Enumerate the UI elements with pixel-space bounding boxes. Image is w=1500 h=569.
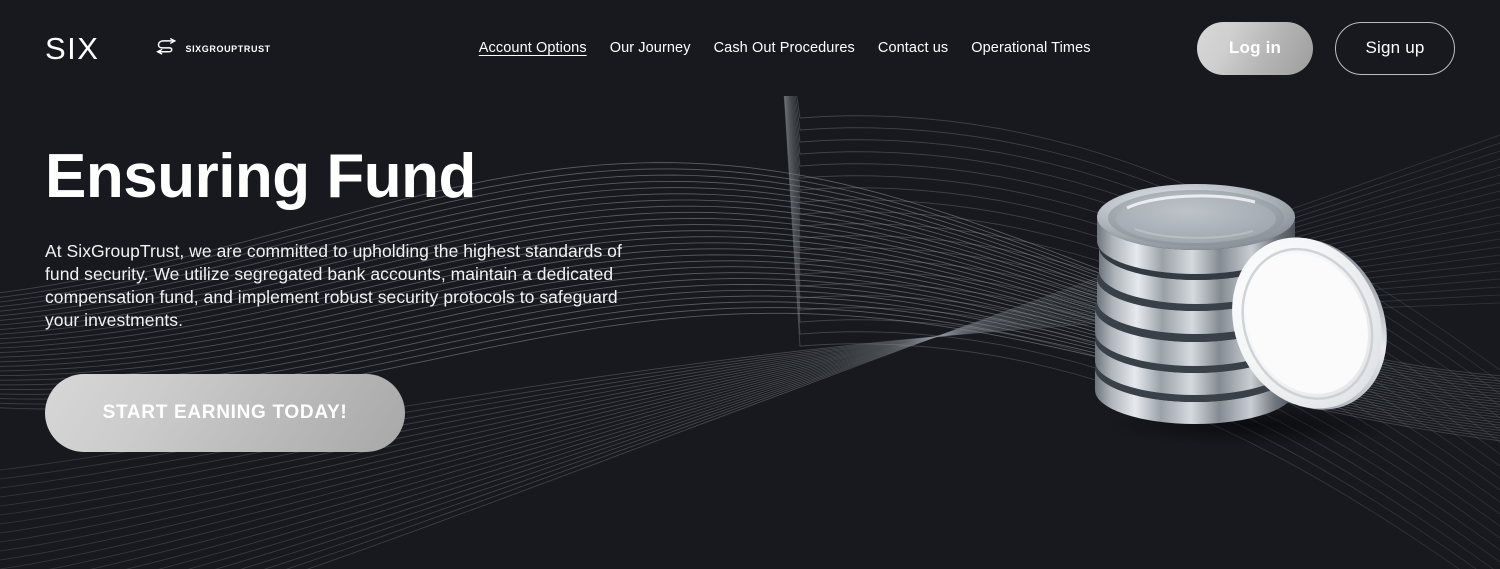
nav-item-cash-out-procedures[interactable]: Cash Out Procedures [714, 41, 855, 56]
auth-actions: Log in Sign up [1197, 21, 1455, 75]
signup-button[interactable]: Sign up [1335, 21, 1455, 75]
brand-six-text: SIX [45, 30, 100, 66]
start-earning-today-button[interactable]: START EARNING TODAY! [45, 374, 405, 453]
landing-page: SIX SixGroupTrust Account Options Our Jo… [0, 0, 1500, 569]
login-button[interactable]: Log in [1197, 21, 1313, 75]
nav-item-our-journey[interactable]: Our Journey [610, 41, 691, 56]
brand-wordmark: SixGroupTrust [185, 40, 271, 56]
primary-navigation: Account Options Our Journey Cash Out Pro… [479, 41, 1091, 56]
page-title: Ensuring Fund [45, 142, 476, 211]
hero-section: Ensuring Fund At SixGroupTrust, we are c… [0, 96, 1500, 453]
brand-lockup: SixGroupTrust [156, 38, 270, 58]
nav-item-account-options[interactable]: Account Options [479, 41, 587, 56]
s-monogram-icon [156, 38, 177, 55]
site-header: SIX SixGroupTrust Account Options Our Jo… [0, 0, 1500, 96]
brand-logo[interactable]: SIX SixGroupTrust [45, 33, 271, 64]
nav-item-contact-us[interactable]: Contact us [878, 41, 948, 56]
hero-paragraph: At SixGroupTrust, we are committed to up… [45, 241, 622, 331]
nav-item-operational-times[interactable]: Operational Times [971, 41, 1090, 56]
